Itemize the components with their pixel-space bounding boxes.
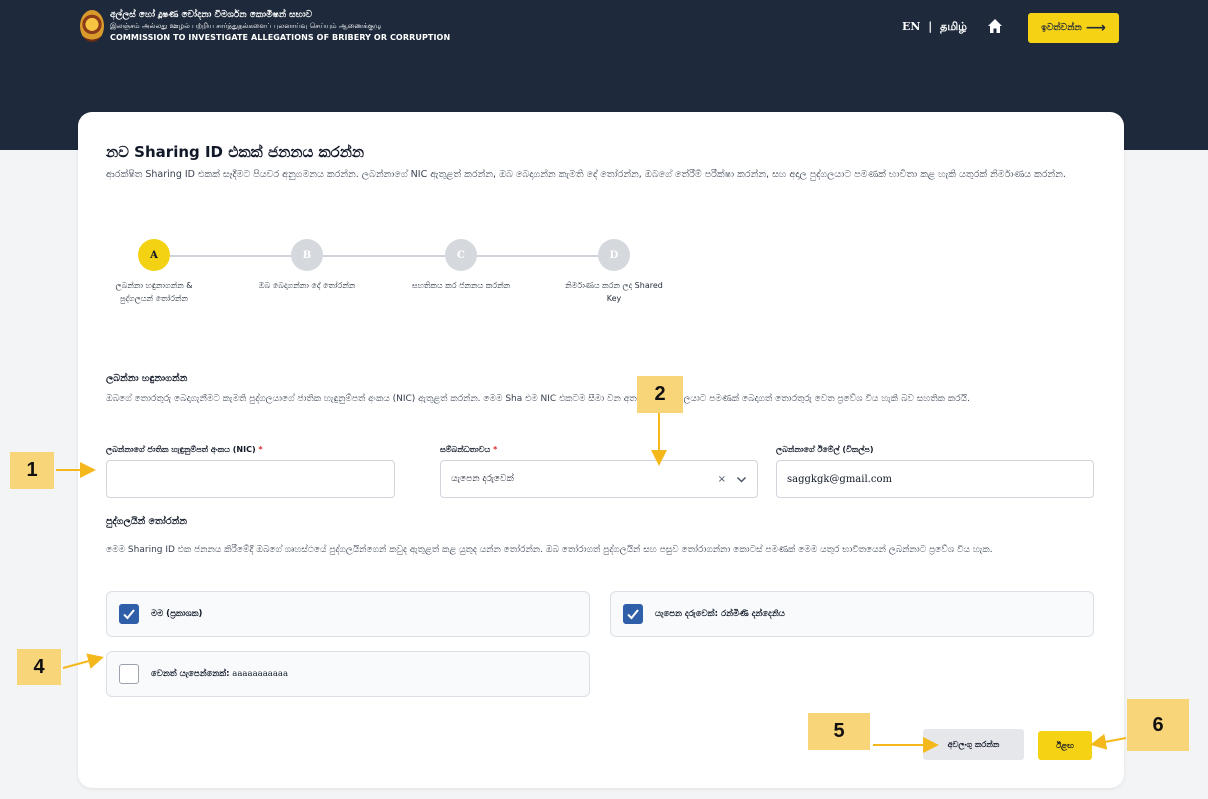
commission-logo[interactable]: අල්ලස් හෝ දූෂණ චෝදනා විමර්ශන කොමිෂන් සභා… xyxy=(80,10,450,43)
email-input[interactable]: saggkgk@gmail.com xyxy=(776,460,1094,498)
lang-separator: | xyxy=(928,20,933,33)
arrow-right-icon: ⟶ xyxy=(1085,20,1106,36)
home-icon[interactable] xyxy=(987,18,1003,34)
person-option-other-dependent[interactable]: වෙනත් යැපෙන්නෙක්: aaaaaaaaaaa xyxy=(106,651,590,697)
person-option-name: aaaaaaaaaaa xyxy=(229,669,289,679)
step-a-circle[interactable]: A xyxy=(138,239,170,271)
lang-en-link[interactable]: EN xyxy=(902,20,920,33)
annotation-badge-6: 6 xyxy=(1127,699,1189,751)
relationship-select[interactable]: යැපෙන දරුවෙක් × xyxy=(440,460,758,498)
language-switcher: EN | தமிழ் xyxy=(900,20,969,35)
logo-title-sinhala: අල්ලස් හෝ දූෂණ චෝදනා විමර්ශන කොමිෂන් සභා… xyxy=(110,10,313,20)
recipient-section-title: ලබන්නා හඳුනාගන්න xyxy=(106,373,188,384)
logout-label: ඉවත්වන්න xyxy=(1041,23,1082,33)
next-button[interactable]: ඊළඟ xyxy=(1038,731,1092,760)
annotation-badge-5: 5 xyxy=(808,713,870,750)
step-d-circle[interactable]: D xyxy=(598,239,630,271)
step-c-label: සහතිකය කර ජනනය කරන්න xyxy=(411,281,511,290)
lang-ta-link[interactable]: தமிழ் xyxy=(940,20,967,33)
people-section-title: පුද්ගලයින් තෝරන්න xyxy=(106,516,188,527)
logo-title-tamil: இலஞ்சம் அல்லது ஊழல் பற்றிய சார்த்துதல்கள… xyxy=(110,22,382,30)
checkbox-dependent-child[interactable] xyxy=(623,604,643,624)
step-c-circle[interactable]: C xyxy=(445,239,477,271)
emblem-icon xyxy=(80,10,104,42)
people-section-description: මෙම Sharing ID එක ජනනය කිරීමේදී ඔබගේ ගෘහ… xyxy=(106,545,993,555)
required-mark: * xyxy=(258,445,263,454)
relationship-selected-value: යැපෙන දරුවෙක් xyxy=(451,474,514,484)
page-title: නව Sharing ID එකක් ජනනය කරන්න xyxy=(106,143,365,161)
annotation-badge-1: 1 xyxy=(10,452,54,489)
checkbox-other-dependent[interactable] xyxy=(119,664,139,684)
person-option-dependent-child[interactable]: යැපෙන දරුවෙක්: රන්මිණි දන්දෙනිය xyxy=(610,591,1094,637)
person-option-label: වෙනත් යැපෙන්නෙක්: xyxy=(151,669,230,679)
relationship-label: සම්බන්ධතාවය * xyxy=(440,445,498,454)
cancel-button[interactable]: අවලංගු කරන්න xyxy=(923,729,1024,760)
person-option-label: යැපෙන දරුවෙක්: xyxy=(655,609,718,619)
stepper-connector xyxy=(170,255,600,257)
annotation-badge-2: 2 xyxy=(637,376,683,413)
page-description: ආරක්ෂිත Sharing ID එකක් සෑදීමට පියවර අනු… xyxy=(106,169,1066,180)
chevron-down-icon[interactable] xyxy=(736,474,747,485)
person-option-declarant[interactable]: මම (ප්‍රකාශක) xyxy=(106,591,590,637)
annotation-badge-4: 4 xyxy=(17,649,61,685)
recipient-section-description: ඔබගේ තොරතුරු බෙදාගැනීමට කැමති පුද්ගලයාගේ… xyxy=(106,394,970,404)
check-icon xyxy=(627,609,639,620)
required-mark: * xyxy=(493,445,498,454)
logout-button[interactable]: ඉවත්වන්න ⟶ xyxy=(1028,13,1119,43)
email-label: ලබන්නාගේ ඊමේල් (විකල්ප) xyxy=(776,445,874,454)
logo-title-english: COMMISSION TO INVESTIGATE ALLEGATIONS OF… xyxy=(110,33,451,42)
step-b-circle[interactable]: B xyxy=(291,239,323,271)
nic-label: ලබන්නාගේ ජාතික හැඳුනුම්පත් අංකය (NIC) * xyxy=(106,445,263,454)
step-b-label: ඔබ බෙදාගන්නා දේ තෝරන්න xyxy=(258,281,356,290)
check-icon xyxy=(123,609,135,620)
checkbox-declarant[interactable] xyxy=(119,604,139,624)
person-option-name: රන්මිණි දන්දෙනිය xyxy=(717,609,785,619)
nic-input[interactable] xyxy=(106,460,395,498)
step-d-label: නිර්මාණය කරන ලද Shared Key xyxy=(565,281,663,303)
step-a-label: ලබන්නා හඳුනාගන්න & පුද්ගලයන් තෝරන්න xyxy=(115,281,193,303)
clear-icon[interactable]: × xyxy=(718,474,726,485)
person-option-label: මම (ප්‍රකාශක) xyxy=(151,609,203,619)
